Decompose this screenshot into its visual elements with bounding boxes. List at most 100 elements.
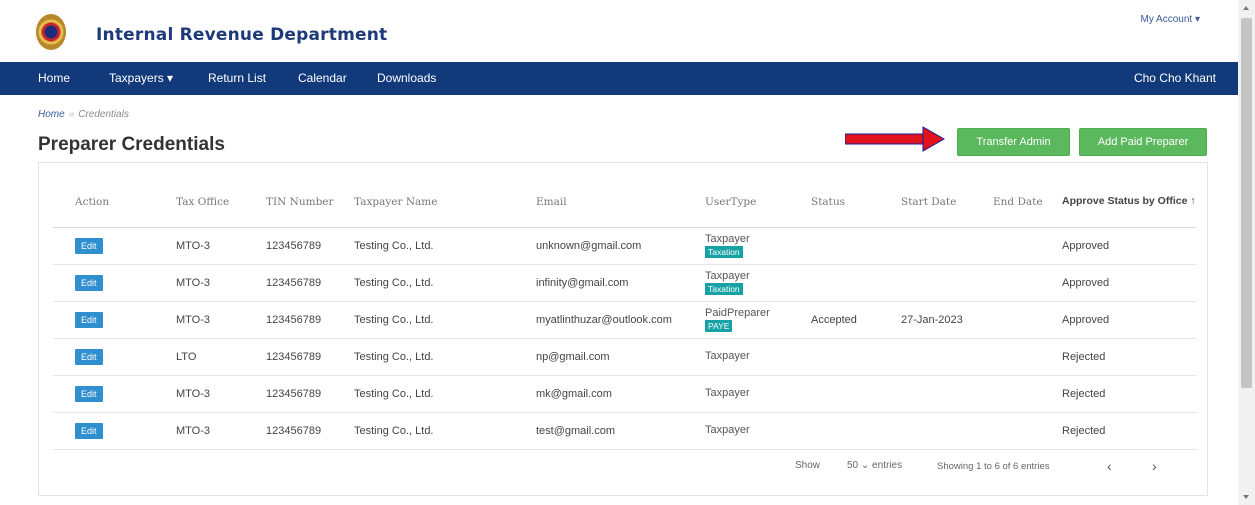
scroll-up-icon[interactable] (1243, 6, 1249, 10)
col-taxpayer-name[interactable]: Taxpayer Name (354, 177, 536, 228)
credentials-table: Action Tax Office TIN Number Taxpayer Na… (53, 177, 1197, 450)
tin-cell: 123456789 (266, 412, 354, 450)
email-cell: mk@gmail.com (536, 375, 705, 413)
start-date-cell (901, 227, 993, 265)
breadcrumb-home[interactable]: Home (38, 109, 65, 120)
table-row: Edit MTO-3 123456789 Testing Co., Ltd. myatl… (53, 301, 1197, 339)
edit-button[interactable]: Edit (75, 422, 103, 439)
approve-status-cell: Rejected (1062, 412, 1197, 450)
tin-cell: 123456789 (266, 227, 354, 265)
transfer-admin-button[interactable]: Transfer Admin (957, 128, 1070, 156)
usertype-tag: Taxation (705, 282, 743, 295)
table-row: Edit MTO-3 123456789 Testing Co., Ltd. infin… (53, 264, 1197, 302)
end-date-cell (993, 301, 1062, 339)
tax-office-cell: MTO-3 (176, 375, 266, 413)
usertype-cell: Taxpayer (705, 338, 811, 376)
nav-return-list[interactable]: Return List (208, 71, 266, 85)
tin-cell: 123456789 (266, 375, 354, 413)
usertype-cell: Taxpayer Taxation (705, 227, 811, 265)
table-row: Edit MTO-3 123456789 Testing Co., Ltd. mk@gm… (53, 375, 1197, 413)
col-end-date[interactable]: End Date (993, 177, 1062, 228)
add-paid-preparer-button[interactable]: Add Paid Preparer (1079, 128, 1207, 156)
page-title: Preparer Credentials (38, 134, 225, 155)
taxpayer-name-cell: Testing Co., Ltd. (354, 375, 536, 413)
end-date-cell (993, 264, 1062, 302)
table-row: Edit MTO-3 123456789 Testing Co., Ltd. test@… (53, 412, 1197, 450)
usertype-value: Taxpayer (705, 269, 750, 282)
table-row: Edit LTO 123456789 Testing Co., Ltd. np@gmai… (53, 338, 1197, 376)
scroll-down-icon[interactable] (1243, 495, 1249, 499)
usertype-value: Taxpayer (705, 350, 750, 362)
end-date-cell (993, 338, 1062, 376)
col-action: Action (53, 177, 176, 228)
page-scrollbar[interactable] (1238, 0, 1255, 505)
taxpayer-name-cell: Testing Co., Ltd. (354, 264, 536, 302)
usertype-value: Taxpayer (705, 424, 750, 436)
usertype-cell: Taxpayer (705, 375, 811, 413)
my-account-menu[interactable]: My Account ▾ (1141, 14, 1201, 25)
col-usertype[interactable]: UserType (705, 177, 811, 228)
page: Internal Revenue Department My Account ▾… (0, 0, 1255, 505)
email-cell: np@gmail.com (536, 338, 705, 376)
usertype-cell: Taxpayer Taxation (705, 264, 811, 302)
edit-button[interactable]: Edit (75, 311, 103, 328)
breadcrumb-separator: » (68, 109, 75, 120)
breadcrumb: Home» Credentials (38, 109, 129, 120)
approve-status-cell: Rejected (1062, 375, 1197, 413)
status-cell: Accepted (811, 301, 901, 339)
prev-page-icon[interactable]: ‹ (1107, 458, 1112, 474)
col-tin-number[interactable]: TIN Number (266, 177, 354, 228)
edit-button[interactable]: Edit (75, 348, 103, 365)
status-cell (811, 375, 901, 413)
tax-office-cell: MTO-3 (176, 301, 266, 339)
show-label: Show (795, 460, 821, 471)
start-date-cell (901, 375, 993, 413)
scroll-thumb[interactable] (1241, 18, 1252, 388)
department-logo (36, 14, 66, 50)
entries-select[interactable]: 50 ⌄ entries (847, 460, 902, 471)
tax-office-cell: MTO-3 (176, 227, 266, 265)
breadcrumb-current: Credentials (78, 109, 129, 120)
tax-office-cell: LTO (176, 338, 266, 376)
start-date-cell (901, 412, 993, 450)
email-cell: test@gmail.com (536, 412, 705, 450)
nav-downloads[interactable]: Downloads (377, 71, 436, 85)
taxpayer-name-cell: Testing Co., Ltd. (354, 301, 536, 339)
usertype-value: Taxpayer (705, 387, 750, 399)
end-date-cell (993, 375, 1062, 413)
col-start-date[interactable]: Start Date (901, 177, 993, 228)
edit-button[interactable]: Edit (75, 385, 103, 402)
nav-taxpayers[interactable]: Taxpayers ▾ (109, 71, 173, 85)
usertype-cell: Taxpayer (705, 412, 811, 450)
tax-office-cell: MTO-3 (176, 412, 266, 450)
usertype-tag: PAYE (705, 319, 733, 332)
start-date-cell (901, 264, 993, 302)
col-email[interactable]: Email (536, 177, 705, 228)
usertype-value: PaidPreparer (705, 306, 770, 319)
red-arrow-icon (845, 126, 945, 152)
site-header: Internal Revenue Department My Account ▾ (0, 0, 1238, 62)
table-header-row: Action Tax Office TIN Number Taxpayer Na… (53, 177, 1197, 228)
end-date-cell (993, 412, 1062, 450)
nav-user-name[interactable]: Cho Cho Khant (1134, 71, 1216, 85)
nav-calendar[interactable]: Calendar (298, 71, 347, 85)
taxpayer-name-cell: Testing Co., Ltd. (354, 338, 536, 376)
edit-button[interactable]: Edit (75, 237, 103, 254)
col-status[interactable]: Status (811, 177, 901, 228)
next-page-icon[interactable]: › (1152, 458, 1157, 474)
email-cell: myatlinthuzar@outlook.com (536, 301, 705, 339)
tin-cell: 123456789 (266, 301, 354, 339)
nav-home[interactable]: Home (38, 71, 70, 85)
usertype-cell: PaidPreparer PAYE (705, 301, 811, 339)
tax-office-cell: MTO-3 (176, 264, 266, 302)
email-cell: unknown@gmail.com (536, 227, 705, 265)
tin-cell: 123456789 (266, 338, 354, 376)
tin-cell: 123456789 (266, 264, 354, 302)
credentials-card: Action Tax Office TIN Number Taxpayer Na… (38, 162, 1208, 496)
edit-button[interactable]: Edit (75, 274, 103, 291)
col-approve-status[interactable]: Approve Status by Office ↑ (1062, 177, 1197, 228)
col-tax-office[interactable]: Tax Office (176, 177, 266, 228)
status-cell (811, 338, 901, 376)
status-cell (811, 264, 901, 302)
status-cell (811, 412, 901, 450)
